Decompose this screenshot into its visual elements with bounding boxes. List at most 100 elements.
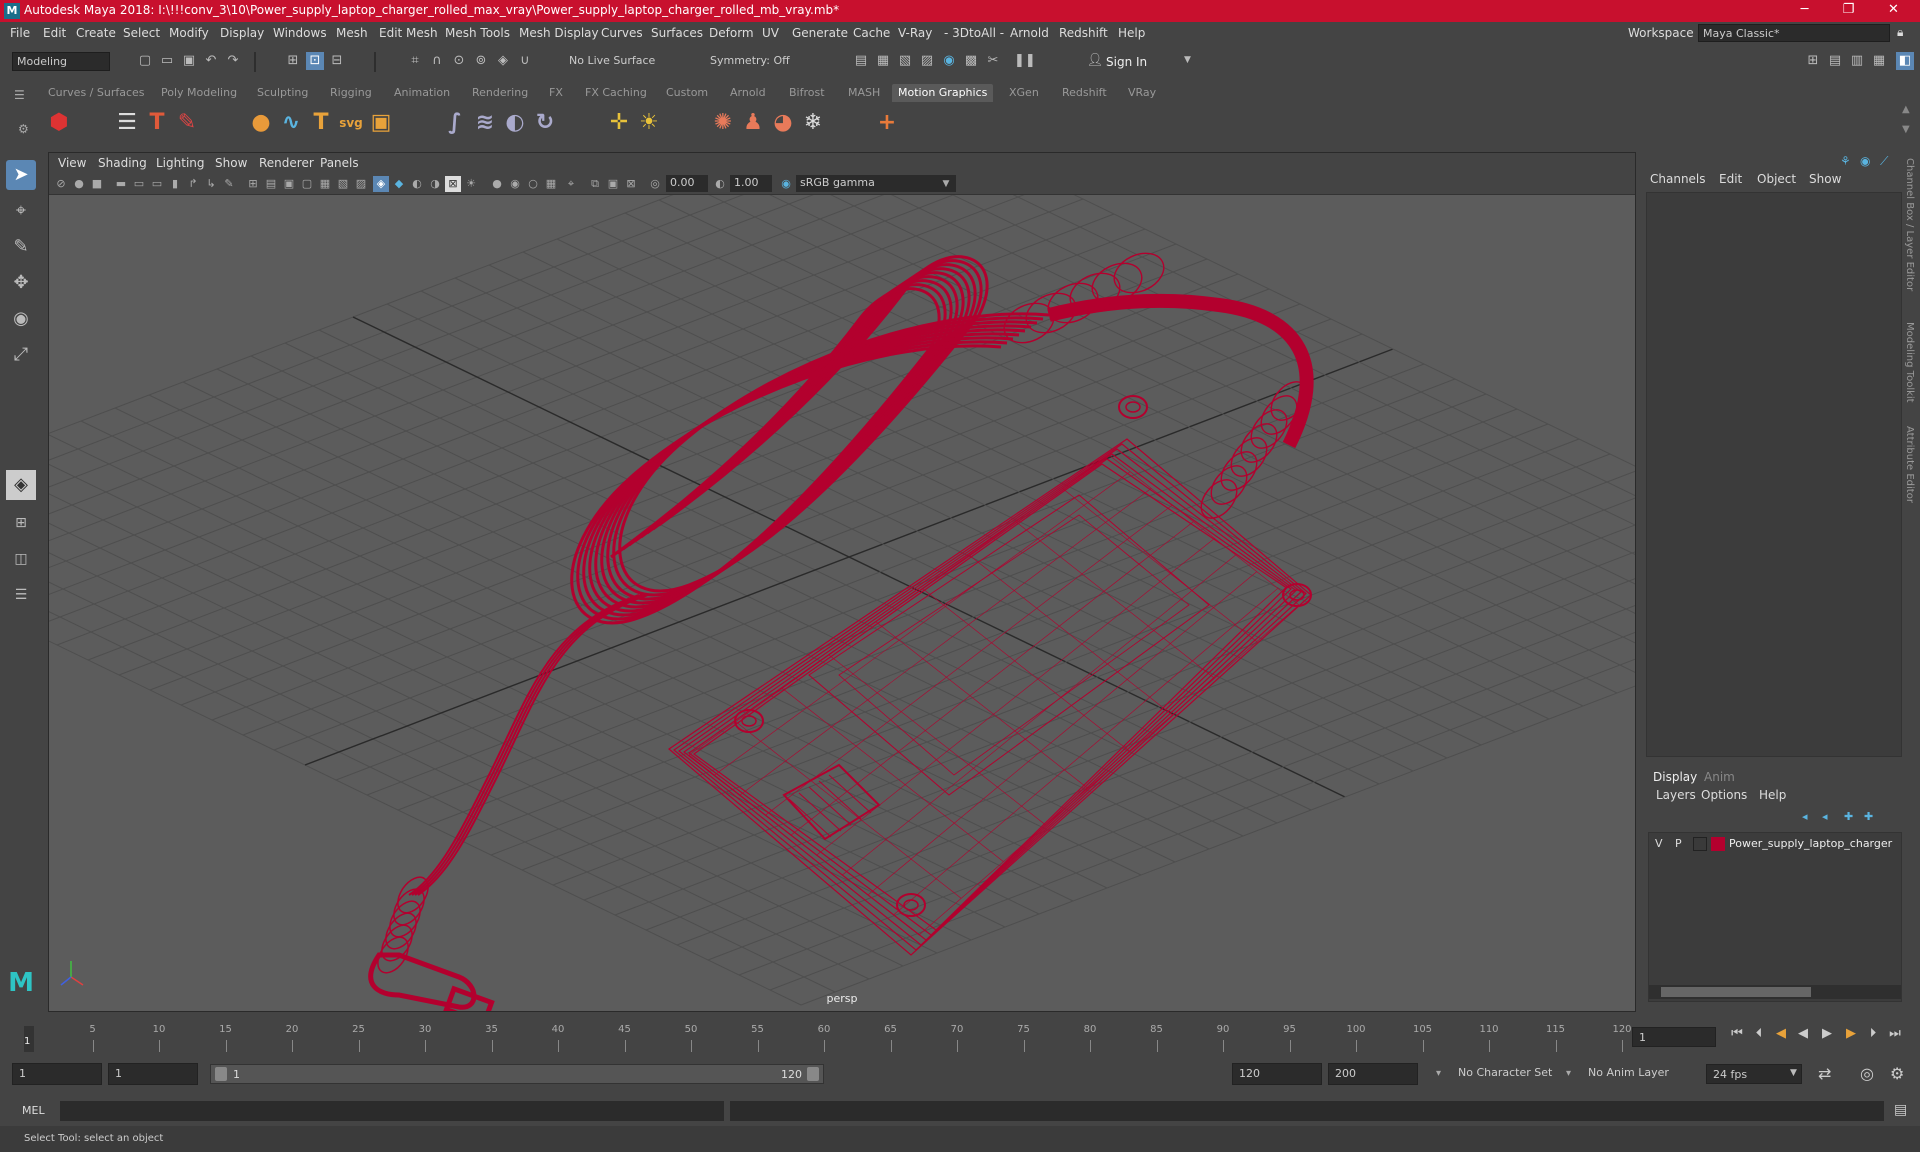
step-forward-frame-icon[interactable]: ▶ bbox=[1842, 1025, 1860, 1043]
options-menu[interactable]: Options bbox=[1701, 788, 1747, 802]
menu-edit[interactable]: Edit bbox=[43, 26, 66, 40]
hud-icon[interactable]: ▦ bbox=[543, 176, 559, 192]
xray-icon[interactable]: ◐ bbox=[409, 176, 425, 192]
mel-label[interactable]: MEL bbox=[22, 1104, 45, 1117]
playback-end-field[interactable]: 120 bbox=[1232, 1063, 1322, 1085]
redo-icon[interactable]: ↷ bbox=[224, 52, 242, 70]
type-tool-icon[interactable]: T bbox=[142, 108, 172, 138]
deform-icon[interactable]: ≋ bbox=[470, 108, 500, 138]
selection-hilite-icon[interactable]: ⌖ bbox=[563, 176, 579, 192]
tab-rigging[interactable]: Rigging bbox=[324, 84, 378, 102]
go-to-end-icon[interactable]: ⏭ bbox=[1886, 1025, 1904, 1043]
bend-icon[interactable]: ◐ bbox=[500, 108, 530, 138]
layer-editor-icon[interactable]: ◉ bbox=[1860, 154, 1870, 168]
menu-mesh-tools[interactable]: Mesh Tools bbox=[445, 26, 510, 40]
snap-view-icon[interactable]: ⊚ bbox=[472, 52, 490, 70]
grid-toggle-icon[interactable]: ⊞ bbox=[245, 176, 261, 192]
tab-fx[interactable]: FX bbox=[543, 84, 569, 102]
image-plane-icon[interactable]: ▬ bbox=[113, 176, 129, 192]
gamma-field[interactable]: 1.00 bbox=[730, 175, 772, 192]
cube-shaded-icon[interactable]: ◆ bbox=[391, 176, 407, 192]
render-view-icon[interactable]: ▦ bbox=[874, 52, 892, 70]
aa-icon[interactable]: ◉ bbox=[507, 176, 523, 192]
workspace-dropdown[interactable]: Maya Classic* bbox=[1698, 24, 1890, 42]
loop-icon[interactable]: ⇄ bbox=[1818, 1064, 1831, 1083]
rotate-tool-icon[interactable]: ◉ bbox=[6, 304, 36, 334]
outliner-icon[interactable]: ▦ bbox=[1870, 52, 1888, 70]
menu-curves[interactable]: Curves bbox=[601, 26, 643, 40]
play-backward-icon[interactable]: ◀ bbox=[1794, 1025, 1812, 1043]
exposure-field[interactable]: 0.00 bbox=[666, 175, 708, 192]
script-editor-icon[interactable]: ▤ bbox=[1894, 1102, 1907, 1118]
isolate-icon[interactable]: ▨ bbox=[353, 176, 369, 192]
locator-icon[interactable]: ✛ bbox=[604, 108, 634, 138]
vp-menu-view[interactable]: View bbox=[58, 156, 86, 170]
lasso-tool-icon[interactable]: ⌖ bbox=[6, 196, 36, 226]
vp-menu-renderer[interactable]: Renderer bbox=[259, 156, 314, 170]
tab-motion-graphics[interactable]: Motion Graphics bbox=[892, 84, 994, 102]
bookmark-icon[interactable]: ■ bbox=[89, 176, 105, 192]
safe-title-icon[interactable]: ✎ bbox=[221, 176, 237, 192]
go-to-start-icon[interactable]: ⏮ bbox=[1728, 1025, 1746, 1043]
snap-surface-icon[interactable]: ◈ bbox=[494, 52, 512, 70]
render-settings-icon[interactable]: ▨ bbox=[918, 52, 936, 70]
mash-network-icon[interactable]: ⬢ bbox=[44, 108, 74, 138]
scrollbar-thumb[interactable] bbox=[1661, 987, 1811, 997]
box-icon[interactable]: ▣ bbox=[366, 108, 396, 138]
layer-type-toggle[interactable] bbox=[1693, 837, 1707, 851]
menu-modify[interactable]: Modify bbox=[169, 26, 209, 40]
shelf-menu-icon[interactable]: ☰ bbox=[14, 88, 25, 102]
live-surface-field[interactable]: No Live Surface bbox=[565, 52, 665, 71]
film-gate-icon[interactable]: ▭ bbox=[131, 176, 147, 192]
hypershade-icon[interactable]: ◉ bbox=[940, 52, 958, 70]
ssao-icon[interactable]: ☀ bbox=[463, 176, 479, 192]
tab-bifrost[interactable]: Bifrost bbox=[783, 84, 831, 102]
tab-custom[interactable]: Custom bbox=[660, 84, 714, 102]
exposure-icon[interactable]: ◎ bbox=[647, 176, 663, 192]
pause-render-icon[interactable]: ❚❚ bbox=[1014, 52, 1036, 70]
scale-tool-icon[interactable]: ⤢ bbox=[6, 340, 36, 370]
tab-arnold[interactable]: Arnold bbox=[724, 84, 772, 102]
layer-playback-toggle[interactable]: P bbox=[1675, 837, 1682, 850]
show-menu[interactable]: Show bbox=[1809, 172, 1841, 186]
tab-poly-modeling[interactable]: Poly Modeling bbox=[155, 84, 243, 102]
render-frame-icon[interactable]: ▤ bbox=[852, 52, 870, 70]
edit-menu[interactable]: Edit bbox=[1719, 172, 1742, 186]
chevron-down-icon[interactable]: ▼ bbox=[1184, 55, 1191, 65]
tab-redshift[interactable]: Redshift bbox=[1056, 84, 1113, 102]
frame-selected-icon[interactable]: ⊠ bbox=[623, 176, 639, 192]
menu-file[interactable]: File bbox=[10, 26, 30, 40]
vray-frame-buffer-icon[interactable]: ▩ bbox=[962, 52, 980, 70]
channel-box-icon[interactable]: ⚘ bbox=[1840, 154, 1851, 168]
fluid-icon[interactable]: ◕ bbox=[768, 108, 798, 138]
four-view-icon[interactable]: ⊞ bbox=[6, 508, 36, 538]
tab-xgen[interactable]: XGen bbox=[1003, 84, 1045, 102]
menu-edit-mesh[interactable]: Edit Mesh bbox=[379, 26, 438, 40]
field-chart-icon[interactable]: ↱ bbox=[185, 176, 201, 192]
snap-grid-icon[interactable]: ⌗ bbox=[406, 52, 424, 70]
anim-prefs-icon[interactable]: ⚙ bbox=[1890, 1064, 1904, 1083]
tab-anim[interactable]: Anim bbox=[1704, 770, 1735, 784]
xray-active-icon[interactable]: ⊠ bbox=[445, 176, 461, 192]
layer-name[interactable]: Power_supply_laptop_charger bbox=[1729, 837, 1892, 850]
range-start-handle[interactable] bbox=[215, 1067, 227, 1081]
camera-attr-icon[interactable]: ● bbox=[71, 176, 87, 192]
snap-magnet-icon[interactable]: ∪ bbox=[516, 52, 534, 70]
camera-select-icon[interactable]: ⊘ bbox=[53, 176, 69, 192]
viewport-panel[interactable]: View Shading Lighting Show Renderer Pane… bbox=[48, 152, 1636, 1012]
tab-sculpting[interactable]: Sculpting bbox=[251, 84, 314, 102]
layer-visibility-toggle[interactable]: V bbox=[1655, 837, 1663, 850]
frame-all-icon[interactable]: ▣ bbox=[605, 176, 621, 192]
menu-deform[interactable]: Deform bbox=[709, 26, 754, 40]
text-icon[interactable]: T bbox=[306, 108, 336, 138]
ipr-render-icon[interactable]: ▧ bbox=[896, 52, 914, 70]
menu-create[interactable]: Create bbox=[76, 26, 116, 40]
open-scene-icon[interactable]: ▭ bbox=[158, 52, 176, 70]
command-input[interactable] bbox=[60, 1101, 724, 1121]
svg-icon[interactable]: svg bbox=[336, 108, 366, 138]
outliner-layout-icon[interactable]: ☰ bbox=[6, 580, 36, 610]
tab-mash[interactable]: MASH bbox=[842, 84, 886, 102]
sphere-icon[interactable]: ● bbox=[246, 108, 276, 138]
render-region-icon[interactable]: ✂ bbox=[984, 52, 1002, 70]
two-view-icon[interactable]: ◫ bbox=[6, 544, 36, 574]
